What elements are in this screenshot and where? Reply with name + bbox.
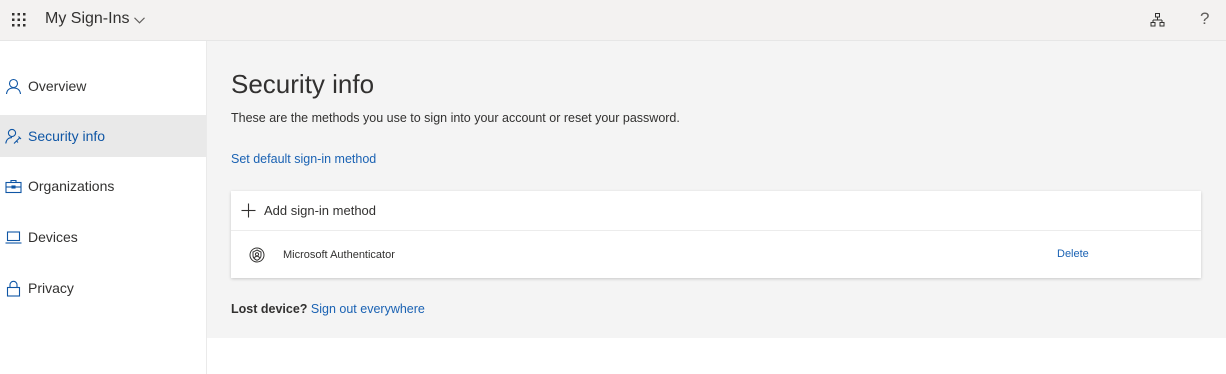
sidebar-item-privacy[interactable]: Privacy	[0, 267, 206, 309]
lock-icon	[6, 280, 21, 297]
chevron-down-icon	[134, 16, 146, 24]
sidebar-item-label: Privacy	[28, 280, 74, 296]
authenticator-icon	[249, 247, 265, 262]
app-launcher-icon[interactable]	[12, 13, 26, 27]
add-sign-in-method-label: Add sign-in method	[264, 203, 377, 218]
sidebar-item-security-info[interactable]: Security info	[0, 115, 206, 157]
sidebar-item-devices[interactable]: Devices	[0, 216, 206, 258]
sidebar-item-organizations[interactable]: Organizations	[0, 165, 206, 207]
sidebar-item-label: Overview	[28, 78, 87, 94]
page-title: Security info	[231, 69, 375, 99]
top-bar: My Sign-Ins ?	[0, 0, 1226, 41]
app-title: My Sign-Ins	[45, 10, 130, 27]
sign-in-methods-card: Add sign-in method Microsoft Authenticat…	[231, 191, 1201, 278]
lost-device-line: Lost device? Sign out everywhere	[231, 302, 425, 316]
sign-in-method-row: Microsoft Authenticator Delete	[231, 231, 1201, 278]
person-key-icon	[5, 128, 22, 144]
person-icon	[5, 78, 22, 94]
sidebar-item-label: Devices	[28, 229, 78, 245]
app-switcher-menu[interactable]: My Sign-Ins	[45, 10, 146, 28]
sidebar-item-label: Security info	[28, 128, 106, 144]
organization-chart-icon[interactable]	[1150, 12, 1166, 28]
add-sign-in-method-button[interactable]: Add sign-in method	[231, 191, 1201, 231]
lost-device-label: Lost device?	[231, 302, 308, 316]
sidebar: Overview Security info Organizations Dev…	[0, 41, 207, 374]
page-description: These are the methods you use to sign in…	[231, 111, 680, 125]
main-content: Security info These are the methods you …	[207, 41, 1226, 338]
sign-out-everywhere-link[interactable]: Sign out everywhere	[311, 302, 425, 316]
plus-icon	[241, 203, 256, 218]
delete-method-link[interactable]: Delete	[1057, 248, 1089, 260]
sidebar-item-overview[interactable]: Overview	[0, 65, 206, 107]
laptop-icon	[5, 230, 22, 244]
set-default-sign-in-method-link[interactable]: Set default sign-in method	[231, 152, 376, 166]
sidebar-item-label: Organizations	[28, 178, 115, 194]
briefcase-icon	[5, 179, 22, 193]
method-name: Microsoft Authenticator	[283, 248, 395, 261]
help-icon[interactable]: ?	[1200, 9, 1209, 29]
